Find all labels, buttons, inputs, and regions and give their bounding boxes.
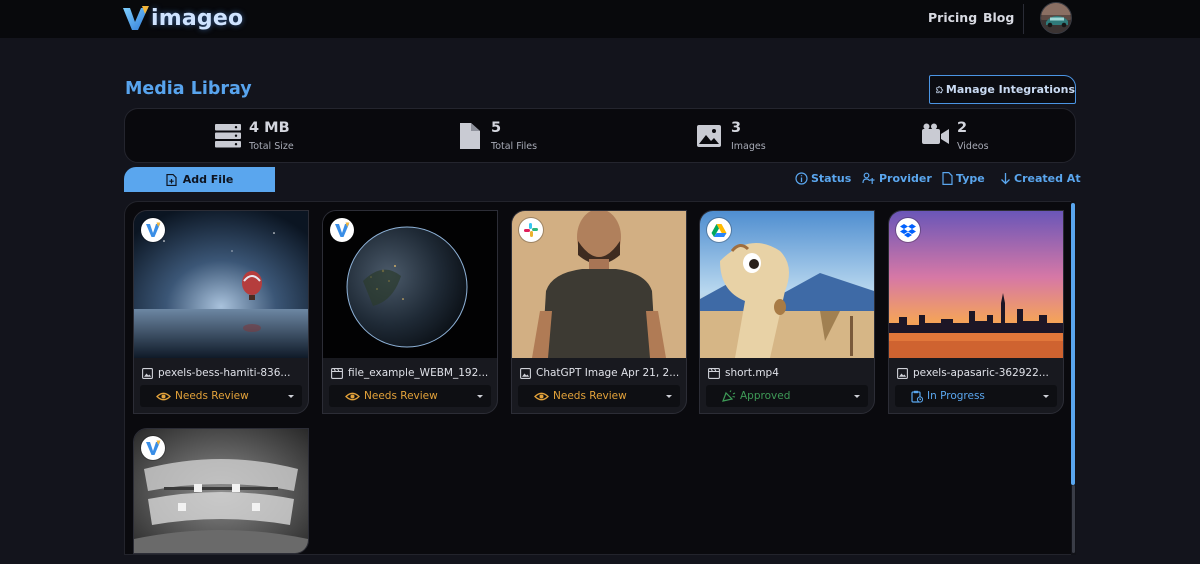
stat-total-files-value: 5 (491, 120, 502, 136)
film-icon (708, 367, 720, 379)
file-name-row: file_example_WEBM_192... (331, 365, 491, 381)
provider-badge (141, 436, 165, 460)
status-dropdown[interactable]: Needs Review (140, 385, 302, 407)
eye-icon (345, 392, 360, 400)
user-avatar[interactable] (1040, 2, 1072, 34)
add-file-icon (166, 173, 177, 186)
status-label: In Progress (927, 390, 985, 402)
clipboard-clock-icon (911, 390, 923, 403)
stat-images-caption: Images (731, 141, 766, 152)
provider-users-icon (862, 172, 875, 184)
brand-logo[interactable]: imageo (121, 3, 243, 33)
video-camera-icon (922, 123, 949, 144)
info-circle-icon (795, 172, 808, 185)
vimageo-logo-icon (335, 222, 350, 237)
vimageo-logo-icon (146, 440, 161, 455)
image-icon (520, 367, 531, 379)
provider-badge (519, 218, 543, 242)
filter-type[interactable]: Type (942, 172, 985, 185)
eye-icon (534, 392, 549, 400)
party-popper-icon (722, 390, 736, 402)
chevron-down-icon (854, 395, 860, 398)
media-card[interactable]: pexels-apasaric-362922... In Progress (888, 210, 1064, 414)
top-navbar: imageo Pricing Blog (0, 0, 1200, 38)
media-card[interactable]: short.mp4 Approved (699, 210, 875, 414)
status-dropdown[interactable]: Needs Review (518, 385, 680, 407)
image-icon (142, 367, 153, 379)
file-name-row: ChatGPT Image Apr 21, 2... (520, 365, 680, 381)
filter-provider-label: Provider (879, 172, 932, 185)
chevron-down-icon (477, 395, 483, 398)
stat-total-files-caption: Total Files (491, 141, 538, 152)
provider-badge (141, 218, 165, 242)
file-name-row: pexels-bess-hamiti-836... (142, 365, 302, 381)
scrollbar-rest (1072, 485, 1075, 553)
chevron-down-icon (666, 395, 672, 398)
stat-videos-caption: Videos (957, 141, 989, 152)
slack-logo-icon (524, 223, 538, 237)
brand-name: imageo (151, 5, 244, 31)
dropbox-logo-icon (900, 223, 916, 237)
vimageo-logo-icon (146, 222, 161, 237)
status-dropdown[interactable]: In Progress (895, 385, 1057, 407)
status-label: Needs Review (364, 390, 438, 402)
media-card[interactable]: pexels-bess-hamiti-836... Needs Review (133, 210, 309, 414)
filter-status[interactable]: Status (795, 172, 851, 185)
file-name-row: pexels-apasaric-362922... (897, 365, 1057, 381)
stat-images: 3 Images (696, 119, 816, 155)
nav-pricing-link[interactable]: Pricing (928, 10, 977, 25)
manage-integrations-label: Manage Integrations (945, 83, 1075, 96)
add-file-button[interactable]: Add File (124, 167, 275, 192)
stat-videos-value: 2 (957, 120, 968, 136)
file-name: ChatGPT Image Apr 21, 2... (536, 367, 680, 379)
status-label: Needs Review (175, 390, 249, 402)
nav-blog-link[interactable]: Blog (983, 10, 1014, 25)
file-name-row: short.mp4 (708, 365, 868, 381)
provider-badge (707, 218, 731, 242)
status-dropdown[interactable]: Needs Review (329, 385, 491, 407)
google-drive-logo-icon (711, 223, 727, 237)
file-type-icon (942, 172, 953, 185)
file-name: short.mp4 (725, 367, 779, 379)
eye-icon (156, 392, 171, 400)
chevron-down-icon (288, 395, 294, 398)
provider-badge (896, 218, 920, 242)
media-card[interactable]: ChatGPT Image Apr 21, 2... Needs Review (511, 210, 687, 414)
database-icon (215, 124, 241, 148)
filter-type-label: Type (956, 172, 985, 185)
stat-total-files: 5 Total Files (456, 119, 576, 155)
manage-integrations-button[interactable]: Manage Integrations (929, 75, 1076, 104)
stat-videos: 2 Videos (922, 119, 1042, 155)
library-stats-bar: 4 MB Total Size 5 Total Files 3 Images 2… (124, 108, 1076, 163)
status-label: Needs Review (553, 390, 627, 402)
puzzle-icon (936, 85, 944, 93)
nav-divider (1023, 4, 1024, 34)
sort-created-at[interactable]: Created At (1000, 172, 1081, 185)
stat-total-size: 4 MB Total Size (214, 119, 334, 155)
vimageo-logo-icon (123, 6, 149, 30)
file-name: pexels-bess-hamiti-836... (158, 367, 291, 379)
stat-total-size-value: 4 MB (249, 120, 290, 136)
status-dropdown[interactable]: Approved (706, 385, 868, 407)
media-card[interactable] (133, 428, 309, 554)
sort-created-at-label: Created At (1014, 172, 1081, 185)
filter-status-label: Status (811, 172, 852, 185)
provider-badge (330, 218, 354, 242)
file-name: pexels-apasaric-362922... (913, 367, 1049, 379)
image-icon (897, 367, 908, 379)
stat-total-size-caption: Total Size (249, 141, 294, 152)
film-icon (331, 367, 343, 379)
page-title: Media Libray (125, 79, 252, 99)
filter-provider[interactable]: Provider (862, 172, 932, 185)
scrollbar-thumb[interactable] (1071, 203, 1075, 485)
file-icon (460, 123, 480, 149)
add-file-label: Add File (182, 173, 234, 186)
status-label: Approved (740, 390, 791, 402)
arrow-down-icon (1001, 173, 1010, 185)
stat-images-value: 3 (731, 120, 742, 136)
media-card[interactable]: file_example_WEBM_192... Needs Review (322, 210, 498, 414)
chevron-down-icon (1043, 395, 1049, 398)
file-name: file_example_WEBM_192... (348, 367, 489, 379)
image-icon (697, 125, 721, 147)
